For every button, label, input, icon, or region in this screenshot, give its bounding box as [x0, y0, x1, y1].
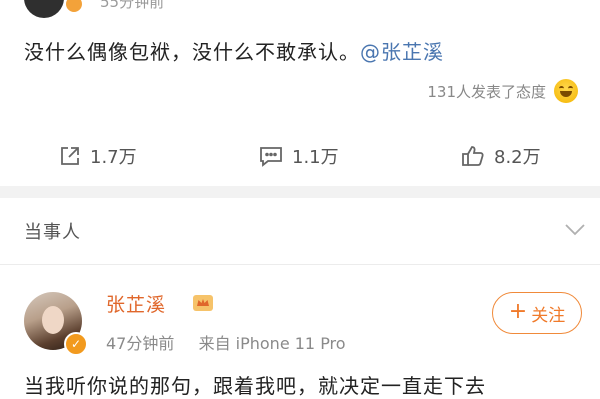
mention-link[interactable]: @张芷溪: [360, 40, 444, 64]
comment-button[interactable]: 1.1万: [258, 137, 339, 175]
post-meta: 47分钟前 来自 iPhone 11 Pro: [106, 330, 346, 354]
verified-badge-icon: [64, 0, 84, 14]
top-post-time: 55分钟前: [100, 0, 165, 11]
repost-button[interactable]: 1.7万: [58, 137, 137, 175]
section-divider: [0, 186, 600, 198]
section-separator: [0, 264, 600, 265]
repost-icon: [58, 144, 82, 168]
top-post-text: 没什么偶像包袱，没什么不敢承认。@张芷溪: [24, 36, 444, 65]
follow-label: 关注: [531, 305, 566, 326]
user-name[interactable]: 张芷溪: [106, 290, 166, 317]
like-count: 8.2万: [494, 147, 541, 168]
grinning-emoji-icon: [554, 79, 578, 103]
action-bar: 1.7万 1.1万 8.2万: [0, 137, 600, 175]
chevron-down-icon[interactable]: [564, 222, 586, 241]
repost-count: 1.7万: [90, 147, 137, 168]
top-post-avatar[interactable]: [24, 0, 64, 18]
plus-icon: +: [508, 299, 528, 324]
comment-count: 1.1万: [292, 147, 339, 168]
follow-button[interactable]: + 关注: [492, 292, 582, 334]
verified-badge-icon: ✓: [64, 332, 88, 356]
reactions-summary[interactable]: 131人发表了态度: [427, 79, 578, 103]
like-button[interactable]: 8.2万: [460, 137, 541, 175]
reply-post-text: 当我听你说的那句，跟着我吧，就决定一直走下去: [24, 374, 486, 398]
post-source: 来自 iPhone 11 Pro: [198, 334, 346, 353]
comment-icon: [258, 144, 284, 168]
thumbs-up-icon: [460, 144, 486, 168]
section-title: 当事人: [24, 222, 81, 243]
top-post-body: 没什么偶像包袱，没什么不敢承认。: [24, 40, 360, 64]
crown-icon: [192, 292, 214, 316]
reactions-count-text: 131人发表了态度: [427, 82, 546, 101]
post-time: 47分钟前: [106, 334, 175, 353]
